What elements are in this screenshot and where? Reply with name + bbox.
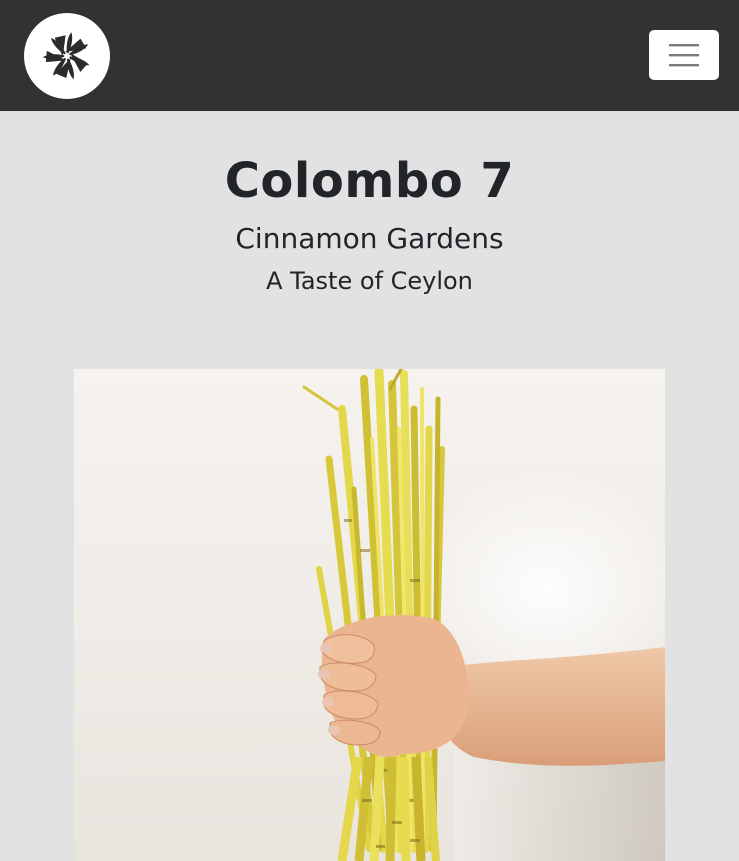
pinwheel-flower-icon <box>42 32 90 80</box>
menu-toggle-button[interactable] <box>649 30 719 80</box>
hamburger-menu-icon <box>669 44 699 67</box>
page-title: Colombo 7 <box>224 153 515 209</box>
top-navbar <box>0 0 739 111</box>
brand-logo[interactable] <box>24 13 110 99</box>
lemongrass-bundle-image <box>74 369 665 861</box>
page-subtitle: Cinnamon Gardens <box>235 222 504 255</box>
page-tagline: A Taste of Ceylon <box>266 267 473 295</box>
